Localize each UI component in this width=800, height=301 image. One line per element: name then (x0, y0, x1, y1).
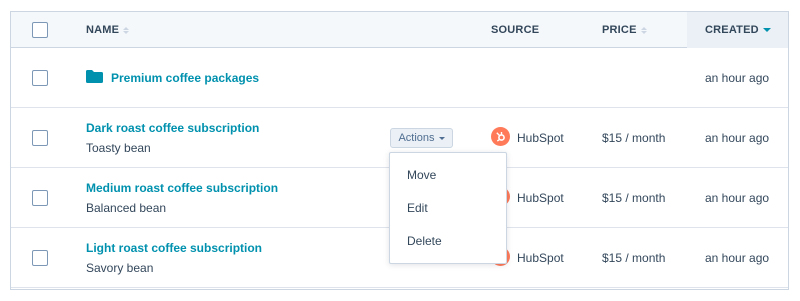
caret-down-icon (438, 136, 445, 140)
row-checkbox[interactable] (32, 190, 48, 206)
product-description: Savory bean (86, 261, 154, 275)
column-header-label: PRICE (602, 24, 637, 36)
price-cell: $15 / month (602, 191, 666, 205)
table-header: NAME SOURCE PRICE CREATED (11, 12, 788, 48)
actions-dropdown-button[interactable]: Actions (390, 128, 453, 148)
folder-link[interactable]: Premium coffee packages (111, 71, 259, 85)
row-checkbox[interactable] (32, 70, 48, 86)
created-cell: an hour ago (705, 71, 770, 85)
actions-label: Actions (398, 132, 435, 144)
column-header-source: SOURCE (491, 12, 539, 48)
price-cell: $15 / month (602, 131, 666, 145)
product-description: Balanced bean (86, 201, 167, 215)
column-header-label: NAME (86, 24, 120, 36)
product-description: Toasty bean (86, 141, 151, 155)
row-checkbox[interactable] (32, 250, 48, 266)
created-cell: an hour ago (705, 251, 770, 265)
source-label: HubSpot (517, 251, 564, 265)
select-all-checkbox[interactable] (32, 22, 48, 38)
menu-item-delete[interactable]: Delete (390, 225, 506, 257)
menu-item-move[interactable]: Move (390, 159, 506, 191)
column-header-label: SOURCE (491, 24, 540, 36)
row-checkbox[interactable] (32, 130, 48, 146)
table-row: Premium coffee packages an hour ago (11, 48, 788, 108)
column-header-name[interactable]: NAME (86, 12, 130, 48)
column-header-price[interactable]: PRICE (602, 12, 647, 48)
price-cell: $15 / month (602, 251, 666, 265)
sort-icon (640, 26, 647, 34)
created-cell: an hour ago (705, 131, 770, 145)
products-table: NAME SOURCE PRICE CREATED Premium coffee… (10, 11, 789, 290)
sort-descending-icon (762, 28, 771, 32)
hubspot-sprocket-icon (491, 127, 510, 146)
actions-menu: Move Edit Delete (389, 152, 507, 264)
sort-icon (123, 26, 130, 34)
product-name-link[interactable]: Light roast coffee subscription (86, 241, 262, 255)
menu-item-edit[interactable]: Edit (390, 192, 506, 224)
created-cell: an hour ago (705, 191, 770, 205)
product-name-link[interactable]: Medium roast coffee subscription (86, 181, 278, 195)
product-name-link[interactable]: Dark roast coffee subscription (86, 121, 259, 135)
folder-icon (86, 70, 103, 83)
column-header-created[interactable]: CREATED (687, 12, 788, 48)
source-label: HubSpot (517, 191, 564, 205)
column-header-label: CREATED (705, 24, 759, 36)
source-label: HubSpot (517, 131, 564, 145)
